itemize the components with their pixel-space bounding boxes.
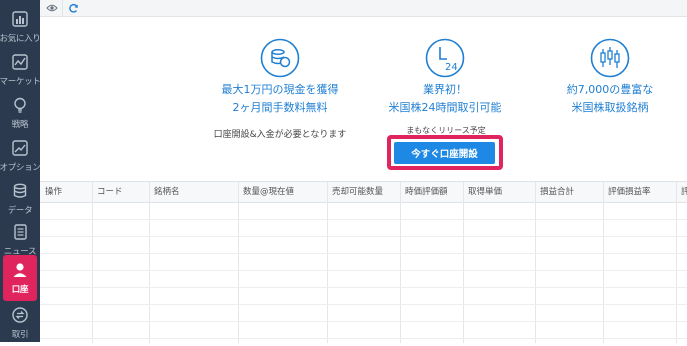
column-divider — [149, 182, 150, 343]
table-row — [40, 219, 687, 220]
feature-cash-back: 最大1万円の現金を獲得 2ヶ月間手数料無料 口座開設&入金が必要となります — [205, 38, 355, 140]
sidebar-item-options[interactable]: オプション — [0, 133, 41, 179]
table-row — [40, 236, 687, 237]
column-header-market-value[interactable]: 時価評価額 — [400, 182, 463, 202]
table-row — [40, 253, 687, 254]
table-header: 操作 コード 銘柄名 数量@現在値 売却可能数量 時価評価額 取得単価 損益合計… — [40, 182, 687, 203]
table-row — [40, 270, 687, 271]
feature-line-1: 最大1万円の現金を獲得 — [221, 83, 339, 96]
sidebar-item-label: お気に入り — [0, 34, 41, 44]
feature-24h-trading: 24 業界初！ 米国株24時間取引可能 — [370, 38, 520, 114]
clock-24-text: 24 — [445, 62, 458, 73]
sidebar-item-favorites[interactable]: お気に入り — [0, 4, 41, 50]
coins-icon — [260, 38, 300, 78]
toolbar-divider — [62, 0, 63, 16]
sidebar-item-label: 取引 — [11, 330, 29, 340]
database-icon — [9, 180, 31, 202]
column-header-pl-rate[interactable]: 評価損益率 — [603, 182, 676, 202]
sidebar-item-label: データ — [7, 206, 33, 216]
column-divider — [92, 182, 93, 343]
column-divider — [676, 182, 677, 343]
table-row — [40, 304, 687, 305]
positions-table: 操作 コード 銘柄名 数量@現在値 売却可能数量 時価評価額 取得単価 損益合計… — [40, 181, 687, 343]
feature-line-1: 約7,000の豊富な — [566, 83, 654, 96]
column-header-partial[interactable]: 評 — [676, 182, 687, 202]
eye-icon[interactable] — [45, 1, 59, 15]
sidebar-item-label: 戦略 — [11, 120, 29, 130]
feature-us-stocks: 約7,000の豊富な 米国株取扱銘柄 — [535, 38, 685, 114]
sidebar-item-data[interactable]: データ — [0, 176, 40, 222]
clock-24-icon: 24 — [425, 38, 465, 78]
column-divider — [603, 182, 604, 343]
feature-note: 口座開設&入金が必要となります — [213, 130, 347, 140]
column-divider — [463, 182, 464, 343]
sidebar-item-market[interactable]: マーケット — [0, 47, 41, 93]
candlestick-icon — [590, 38, 630, 78]
sidebar-item-label: オプション — [0, 163, 41, 173]
column-header-sellable-quantity[interactable]: 売却可能数量 — [327, 182, 400, 202]
table-row — [40, 287, 687, 288]
refresh-icon[interactable] — [66, 1, 80, 15]
sidebar-item-account[interactable]: 口座 — [3, 255, 37, 301]
exchange-icon — [9, 304, 31, 326]
document-icon — [9, 221, 31, 243]
feature-line-1: 業界初！ — [423, 83, 467, 96]
feature-line-2: 米国株取扱銘柄 — [571, 101, 649, 114]
sidebar-item-label: 口座 — [11, 285, 29, 295]
open-account-button[interactable]: 今すぐ口座開設 — [394, 142, 495, 164]
feature-line-2: 米国株24時間取引可能 — [388, 101, 502, 114]
column-header-name[interactable]: 銘柄名 — [149, 182, 238, 202]
sidebar: お気に入り マーケット 戦略 オプション データ ニュース 口座 取引 — [0, 0, 41, 342]
column-divider — [327, 182, 328, 343]
lightbulb-icon — [9, 94, 31, 116]
column-header-action[interactable]: 操作 — [40, 182, 92, 202]
table-row — [40, 338, 687, 339]
chart-grid-icon — [9, 8, 31, 30]
sidebar-item-label: マーケット — [0, 77, 41, 87]
column-header-quantity-price[interactable]: 数量@現在値 — [238, 182, 327, 202]
feature-line-2: 2ヶ月間手数料無料 — [232, 101, 328, 114]
toolbar — [40, 0, 687, 17]
column-divider — [535, 182, 536, 343]
column-header-unit-cost[interactable]: 取得単価 — [463, 182, 535, 202]
table-row — [40, 321, 687, 322]
user-icon — [9, 259, 31, 281]
line-chart-icon — [9, 51, 31, 73]
sidebar-item-strategy[interactable]: 戦略 — [0, 90, 40, 136]
sidebar-item-trade[interactable]: 取引 — [0, 300, 40, 346]
column-header-code[interactable]: コード — [92, 182, 149, 202]
column-header-total-pl[interactable]: 損益合計 — [535, 182, 603, 202]
column-divider — [238, 182, 239, 343]
chart-box-icon — [9, 137, 31, 159]
column-divider — [400, 182, 401, 343]
